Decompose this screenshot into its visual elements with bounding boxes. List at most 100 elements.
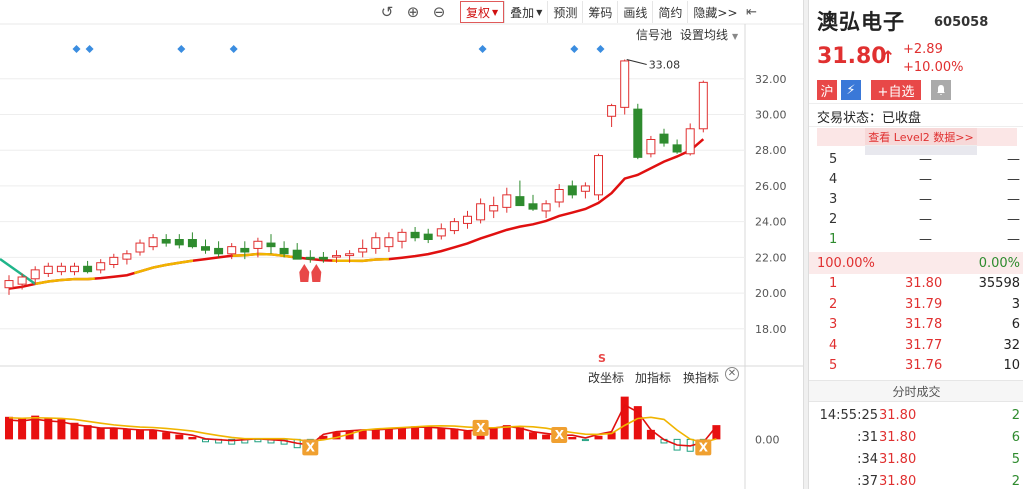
y-tick-label: 20.00 (755, 287, 787, 300)
close-icon[interactable]: ✕ (725, 367, 739, 381)
tick-price: 31.80 (879, 430, 917, 445)
ask-row: 2 — — (809, 210, 1023, 230)
candle-body (371, 237, 381, 249)
peak-pointer (626, 59, 647, 65)
hide-button[interactable]: 隐藏>> (687, 1, 742, 23)
candle-body (476, 203, 486, 221)
ma-settings-button[interactable]: 设置均线 ▼ (680, 26, 738, 43)
candle-body (174, 239, 184, 246)
hide-label: 隐藏>> (693, 5, 738, 20)
ask-row: 3 — — (809, 190, 1023, 210)
candle-body (17, 276, 27, 285)
level2-link[interactable]: 查看 Level2 数据>> (865, 128, 977, 146)
kline-chart-area[interactable]: 32.00 30.00 28.00 26.00 24.00 22.00 20.00 18.00… (0, 0, 808, 489)
chips-button[interactable]: 筹码 (582, 1, 617, 23)
candle-body (410, 231, 420, 239)
ask-price: — (919, 212, 932, 227)
add-indicator-button[interactable]: 加指标 (635, 369, 671, 386)
candle-body (541, 203, 551, 212)
indicator-bar (149, 429, 158, 440)
stock-code: 605058 (934, 15, 989, 30)
candle-body (43, 265, 53, 274)
candle-body (554, 189, 564, 203)
candle-body (122, 253, 132, 260)
zoom-out-icon[interactable]: ⊖ (426, 1, 452, 23)
indicator-bar (437, 427, 446, 440)
y-tick-label: 32.00 (755, 73, 787, 86)
candle-body (148, 237, 158, 248)
indicator-bar (384, 428, 393, 440)
candle-body (305, 256, 315, 260)
forecast-label: 预测 (553, 5, 578, 20)
candle-body (502, 194, 512, 208)
undo-icon[interactable]: ↺ (374, 1, 400, 23)
chevron-down-icon: ▼ (492, 7, 499, 17)
ask-volume: — (1007, 172, 1020, 187)
chart-svg[interactable]: 32.00 30.00 28.00 26.00 24.00 22.00 20.00 18.00… (0, 0, 803, 489)
quote-panel: 澳弘电子 605058 31.80 ↑ +2.89 +10.00% 沪 ⚡ +自… (808, 0, 1023, 489)
ask-row: 1 — — (809, 230, 1023, 250)
candle-body (659, 133, 669, 144)
up-arrow-icon: ↑ (881, 48, 896, 68)
chevron-down-icon: ▼ (536, 7, 543, 17)
candle-body (646, 139, 656, 155)
bid-price: 31.76 (905, 358, 943, 373)
ask-row: 4 — — (809, 170, 1023, 190)
ask-price: — (919, 192, 932, 207)
y-tick-label: 30.00 (755, 109, 787, 122)
candle-body (240, 247, 250, 253)
indicator-bar (620, 396, 629, 440)
indicator-bar (450, 428, 459, 440)
flash-icon[interactable]: ⚡ (841, 80, 861, 100)
zoom-in-icon[interactable]: ⊕ (400, 1, 426, 23)
y-tick-label: 26.00 (755, 180, 787, 193)
candle-body (161, 239, 171, 244)
simple-button[interactable]: 简约 (652, 1, 687, 23)
candle-body (567, 185, 577, 196)
switch-indicator-button[interactable]: 换指标 (683, 369, 719, 386)
tick-row: 14:55:25 31.80 2 (809, 405, 1023, 427)
candle-body (279, 247, 289, 255)
change-axis-button[interactable]: 改坐标 (588, 369, 624, 386)
tick-volume: 2 (1011, 408, 1020, 423)
candle-body (594, 155, 603, 196)
tick-time: 14:55:25 (819, 408, 878, 423)
collapse-arrow-icon[interactable]: ⇤ (743, 1, 761, 23)
add-watchlist-button[interactable]: +自选 (871, 80, 921, 100)
indicator-bar (568, 437, 577, 440)
candle-body (345, 253, 355, 257)
tick-time: :34 (857, 452, 878, 467)
candle-body (620, 60, 630, 108)
sub-y-tick-label: 0.00 (755, 433, 780, 446)
candle-body (70, 265, 79, 273)
candle-body (214, 247, 224, 255)
restore-rights-button[interactable]: 复权 ▼ (460, 1, 505, 23)
ask-volume: — (1007, 232, 1020, 247)
candle-body (253, 240, 263, 249)
price-change-pct: +10.00% (903, 60, 964, 75)
y-tick-label: 24.00 (755, 216, 787, 229)
tick-price: 31.80 (879, 452, 917, 467)
draw-line-button[interactable]: 画线 (617, 1, 652, 23)
indicator-bar (594, 435, 603, 440)
candle-body (436, 228, 446, 237)
overlay-button[interactable]: 叠加 ▼ (504, 1, 547, 23)
signal-pool-button[interactable]: 信号池 (636, 26, 672, 43)
ask-price: — (919, 152, 932, 167)
candle-body (633, 108, 643, 158)
bid-volume: 6 (1011, 317, 1020, 332)
tick-row: :31 31.80 6 (809, 427, 1023, 449)
ask-volume: — (1007, 152, 1020, 167)
candle-body (397, 231, 407, 242)
tick-row: :37 31.80 2 (809, 471, 1023, 489)
candle-body (358, 247, 368, 253)
candle-body (463, 215, 472, 224)
ma-settings-label: 设置均线 (680, 28, 729, 42)
y-tick-label: 18.00 (755, 323, 787, 336)
bell-icon[interactable] (931, 80, 951, 100)
indicator-bar (136, 429, 144, 440)
candle-body (489, 205, 499, 212)
tick-volume: 6 (1011, 430, 1020, 445)
bid-price: 31.78 (905, 317, 943, 332)
forecast-button[interactable]: 预测 (547, 1, 582, 23)
